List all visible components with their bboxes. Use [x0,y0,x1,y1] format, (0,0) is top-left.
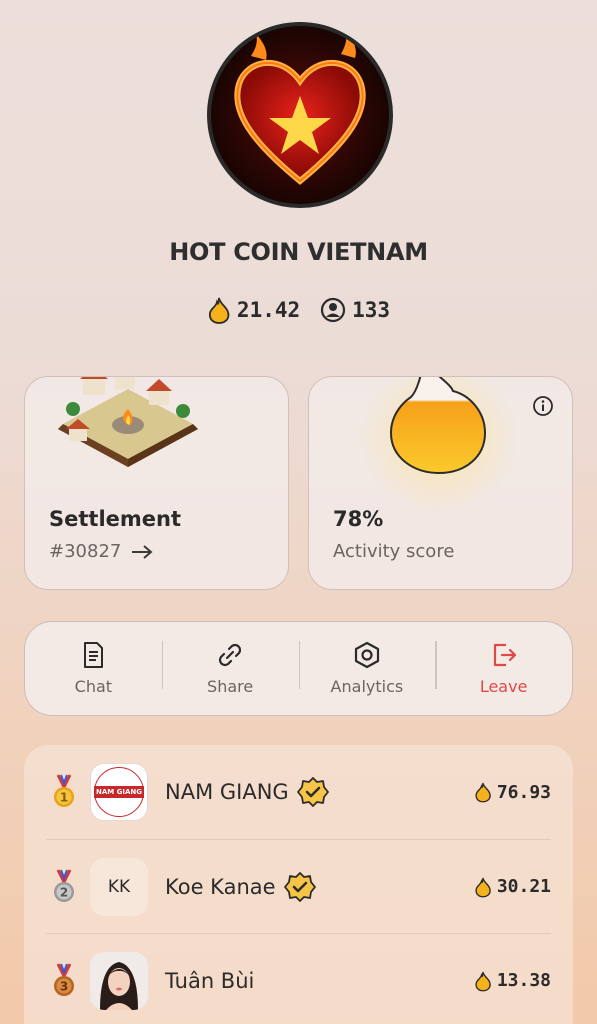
member-avatar-photo [90,951,148,1010]
exit-icon [493,643,516,667]
action-bar: Chat Share Analytics Leave [24,621,573,716]
settlement-id-link[interactable]: #30827 [49,541,153,562]
share-label: Share [207,677,254,696]
avatar-logo-text: NAM GIANG [93,786,145,798]
member-name: Tuân Bùi [165,969,254,993]
verified-badge-icon [283,871,316,902]
settlement-card[interactable]: Settlement #30827 [24,376,289,590]
balance-value: 21.42 [236,298,301,322]
member-name-text: Tuân Bùi [165,968,255,993]
community-title: HOT COIN VIETNAM [169,238,428,266]
activity-score-label: Activity score [333,541,455,562]
svg-text:1: 1 [60,791,68,805]
chat-button[interactable]: Chat [25,641,162,696]
verified-badge-icon [296,777,329,807]
balance-stat: 21.42 [207,296,300,324]
bronze-medal-icon: 3 [52,962,82,1000]
chat-label: Chat [74,677,113,696]
member-name: Koe Kanae [165,871,316,903]
member-score: 76.93 [474,781,551,803]
info-icon[interactable] [532,395,554,417]
settlement-title: Settlement [49,507,181,531]
member-score-value: 13.38 [496,970,551,991]
member-avatar: NAM GIANG [90,763,148,821]
flame-icon [475,877,491,897]
analytics-label: Analytics [330,677,404,696]
members-value: 133 [352,298,391,322]
avatar-initials: KK [107,876,131,897]
activity-card[interactable]: 78% Activity score [308,376,573,590]
share-button[interactable]: Share [161,641,299,696]
leave-label: Leave [479,677,528,696]
activity-score-value: 78% [333,507,384,531]
leave-button[interactable]: Leave [435,641,572,696]
member-score: 30.21 [474,876,551,898]
flame-icon [208,297,230,324]
settlement-village-icon [58,377,198,467]
settlement-id: #30827 [49,541,122,562]
leaderboard-row[interactable]: 3 Tuân Bùi 13.38 [46,933,551,1024]
leaderboard-row[interactable]: 2 KK Koe Kanae 30.21 [46,839,551,933]
members-stat: 133 [320,297,390,323]
link-icon [219,643,242,667]
flame-icon [475,782,491,803]
activity-flame-icon [389,377,487,475]
svg-text:2: 2 [60,885,68,899]
member-score: 13.38 [474,970,551,992]
hexagon-icon [354,641,379,669]
member-score-value: 30.21 [496,876,551,897]
user-circle-icon [321,297,346,323]
analytics-button[interactable]: Analytics [298,641,436,696]
leaderboard: 1 NAM GIANG NAM GIANG 76.93 2 KK Koe Kan… [24,745,573,1024]
member-name-text: Koe Kanae [165,874,276,899]
member-name: NAM GIANG [165,776,329,808]
silver-medal-icon: 2 [52,868,82,906]
leaderboard-row[interactable]: 1 NAM GIANG NAM GIANG 76.93 [46,745,551,839]
document-icon [84,642,104,668]
community-avatar [207,22,393,208]
flaming-heart-star-icon [234,30,366,185]
community-stats: 21.42 133 [0,296,597,324]
flame-icon [475,971,491,991]
member-avatar: KK [90,857,148,916]
svg-text:3: 3 [60,979,68,993]
arrow-right-icon [132,544,153,559]
member-score-value: 76.93 [496,781,551,803]
member-name-text: NAM GIANG [165,780,289,804]
gold-medal-icon: 1 [52,773,82,811]
